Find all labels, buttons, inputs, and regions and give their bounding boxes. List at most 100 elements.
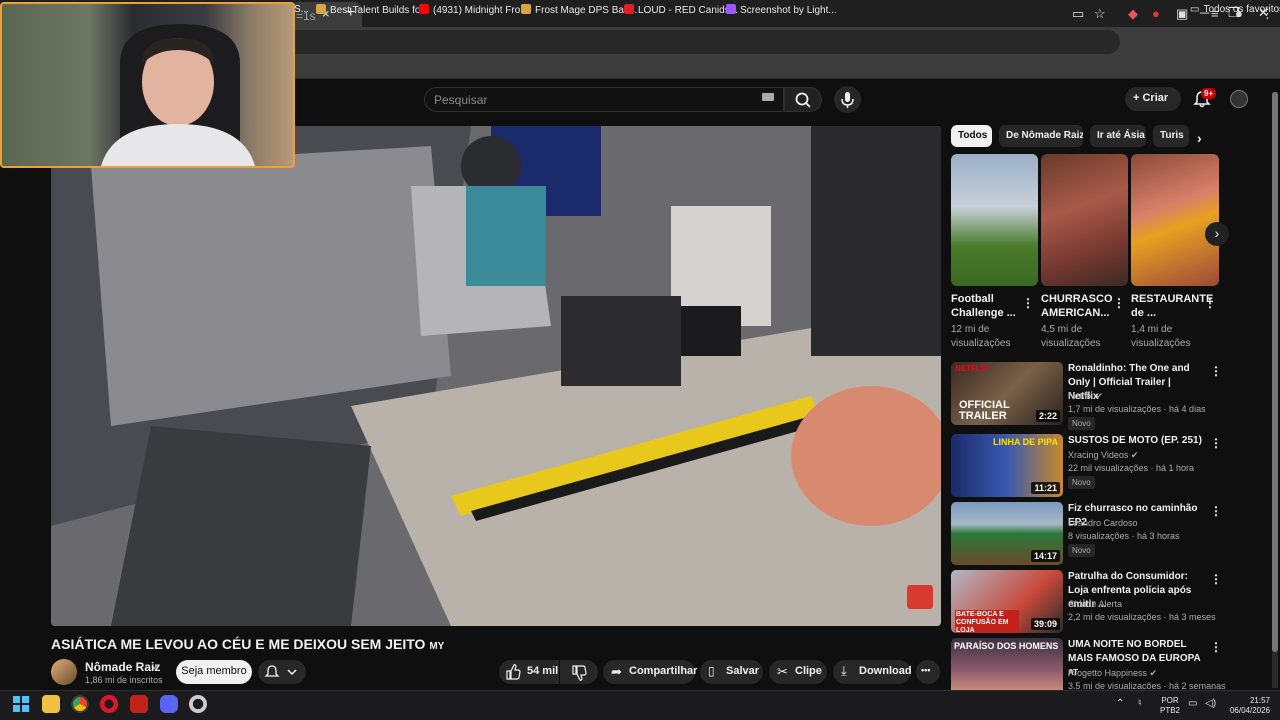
short-title[interactable]: Football Challenge ... (951, 292, 1026, 320)
microphone-tray-icon[interactable]: ♮ (1138, 698, 1142, 709)
extension-fox-icon[interactable]: ◆ (1128, 6, 1138, 22)
volume-icon[interactable]: ◁) (1205, 698, 1216, 709)
bookmark-item[interactable]: LOUD - RED Canids... (624, 4, 738, 16)
short-views: 12 mi de visualizações (951, 324, 1011, 349)
notifications-badge: 9+ (1201, 88, 1217, 99)
rec-title[interactable]: SUSTOS DE MOTO (EP. 251) (1068, 434, 1204, 448)
rec-meta: 22 mil visualizações · há 1 hora (1068, 463, 1195, 473)
rec-menu-icon[interactable]: ⋮ (1210, 436, 1222, 450)
bookmark-icon (624, 4, 634, 14)
extension-red-icon[interactable]: ● (1152, 6, 1160, 21)
new-badge: Novo (1068, 544, 1095, 557)
video-title: ASIÁTICA ME LEVOU AO CÉU E ME DEIXOU SEM… (51, 636, 445, 652)
duration-badge: 11:21 (1031, 482, 1060, 494)
url-input[interactable] (260, 30, 1120, 54)
file-explorer-icon[interactable] (42, 695, 60, 713)
search-button[interactable] (784, 87, 822, 112)
shorts-next-button[interactable]: › (1205, 222, 1229, 246)
bookmark-item[interactable]: Frost Mage DPS Bas... (521, 4, 637, 16)
short-menu-icon[interactable]: ⋮ (1113, 296, 1125, 310)
all-favorites[interactable]: ▭ Todos os favoritos (1190, 4, 1280, 15)
rec-channel[interactable]: Cidade Alerta (1068, 599, 1122, 609)
create-button[interactable]: + Criar (1125, 87, 1181, 111)
voice-search-button[interactable] (834, 86, 861, 113)
microphone-icon (841, 92, 854, 108)
short-title[interactable]: RESTAURANTE de ... (1131, 292, 1213, 320)
thumb-caption: BATE-BOCA E CONFUSÃO EM LOJA (955, 610, 1019, 633)
chip-tourism[interactable]: Turis (1153, 125, 1189, 147)
rec-meta: 8 visualizações · há 3 horas (1068, 531, 1180, 541)
bookmark-item[interactable]: S... (294, 4, 309, 15)
thumb-caption: PARAÍSO DOS HOMENS (954, 641, 1059, 651)
system-clock[interactable]: 21:57 06/04/2026 (1226, 696, 1270, 716)
rec-thumbnail[interactable]: 14:17 (951, 502, 1063, 565)
bookmark-icon (726, 4, 736, 14)
short-thumbnail[interactable] (1041, 154, 1128, 286)
scissors-icon: ✂ (777, 664, 788, 679)
download-icon: ⤓ (841, 663, 847, 678)
channel-name[interactable]: Nômade Raiz (85, 660, 160, 674)
bookmark-item[interactable]: Best Talent Builds fo... (316, 4, 429, 16)
rec-menu-icon[interactable]: ⋮ (1210, 364, 1222, 378)
app-red-icon[interactable] (130, 695, 148, 713)
rec-thumbnail[interactable]: LINHA DE PIPA 11:21 (951, 434, 1063, 497)
more-actions-button[interactable]: ••• (916, 660, 940, 684)
rec-menu-icon[interactable]: ⋮ (1210, 572, 1222, 586)
star-icon[interactable]: ☆ (1094, 6, 1106, 22)
subscriber-count: 1,86 mi de inscritos (85, 675, 163, 685)
thumb-caption: LINHA DE PIPA (993, 437, 1059, 447)
bookmark-item[interactable]: Screenshot by Light... (726, 4, 837, 16)
app-circle-icon[interactable] (189, 695, 207, 713)
bookmark-save-icon: ▯ (708, 664, 715, 678)
search-placeholder: Pesquisar (434, 93, 488, 107)
bookmark-icon (521, 4, 531, 14)
rec-meta: 2,2 mi de visualizações · há 3 meses (1068, 612, 1216, 622)
short-thumbnail[interactable] (951, 154, 1038, 286)
network-icon[interactable]: ▭ (1188, 698, 1197, 709)
chips-next-icon[interactable]: › (1197, 130, 1202, 146)
rec-channel[interactable]: Netflix ✔ (1068, 391, 1103, 402)
tray-chevron-icon[interactable]: ⌃ (1116, 698, 1124, 709)
short-menu-icon[interactable]: ⋮ (1204, 296, 1216, 310)
cast-icon[interactable]: ▭ (1072, 6, 1084, 22)
rec-menu-icon[interactable]: ⋮ (1210, 504, 1222, 518)
chip-asia[interactable]: Ir até Ásia (1090, 125, 1146, 147)
rec-channel[interactable]: Xracing Videos ✔ (1068, 450, 1138, 461)
join-button[interactable]: Seja membro (176, 660, 252, 684)
short-views: 1,4 mi de visualizações (1131, 324, 1191, 349)
new-badge: Novo (1068, 476, 1095, 489)
rec-thumbnail[interactable]: PARAÍSO DOS HOMENS (951, 638, 1063, 690)
rec-thumbnail[interactable]: BATE-BOCA E CONFUSÃO EM LOJA 39:09 (951, 570, 1063, 633)
rec-channel[interactable]: Progetto Happiness ✔ (1068, 668, 1157, 679)
duration-badge: 39:09 (1030, 618, 1060, 630)
extensions-icon[interactable]: ▣ (1176, 6, 1188, 22)
account-avatar[interactable] (1230, 90, 1248, 108)
folder-icon: ▭ (1190, 4, 1200, 15)
video-player[interactable] (51, 126, 941, 626)
subscription-bell-button[interactable] (258, 660, 306, 684)
youtube-icon (419, 4, 429, 14)
duration-badge: 14:17 (1030, 550, 1060, 562)
language-indicator[interactable]: POR PTB2 (1160, 696, 1180, 716)
rec-channel[interactable]: Leandro Cardoso (1068, 518, 1138, 528)
rec-menu-icon[interactable]: ⋮ (1210, 640, 1222, 654)
chip-channel[interactable]: De Nômade Raiz (999, 125, 1083, 147)
keyboard-icon[interactable] (762, 93, 774, 101)
windows-start-icon[interactable] (13, 696, 29, 712)
rec-thumbnail[interactable]: NETFLIX OFFICIAL TRAILER 2:22 (951, 362, 1063, 425)
video-frame (51, 126, 941, 626)
short-menu-icon[interactable]: ⋮ (1022, 296, 1034, 310)
channel-watermark-icon[interactable] (907, 585, 933, 609)
scrollbar-thumb[interactable] (1272, 92, 1278, 652)
thumb-caption: OFFICIAL TRAILER (959, 399, 1010, 422)
duration-badge: 2:22 (1035, 410, 1060, 422)
rec-meta: 1,7 mi de visualizações · há 4 dias (1068, 404, 1206, 414)
bookmark-item[interactable]: (4931) Midnight Fro... (419, 4, 529, 16)
discord-icon[interactable] (160, 695, 178, 713)
opera-icon[interactable] (100, 695, 118, 713)
chrome-icon[interactable] (71, 695, 89, 713)
short-title[interactable]: CHURRASCO AMERICAN... (1041, 292, 1116, 320)
short-thumbnail[interactable] (1131, 154, 1219, 286)
channel-avatar[interactable] (51, 659, 77, 685)
chip-all[interactable]: Todos (951, 125, 992, 147)
